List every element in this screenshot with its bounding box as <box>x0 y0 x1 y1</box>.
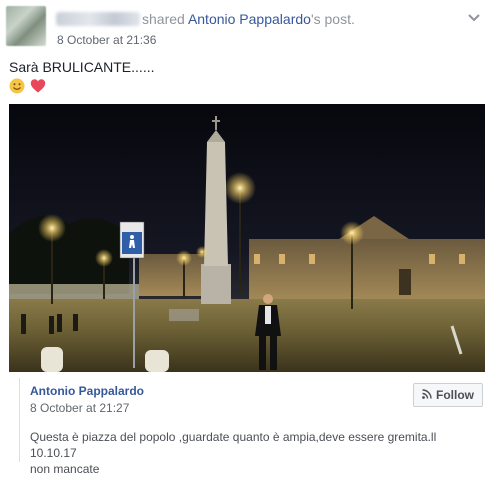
blurred-user-name <box>56 12 140 26</box>
heart-emoji-icon <box>30 78 46 99</box>
follow-label: Follow <box>436 388 474 402</box>
card-body-line-1: Questa è piazza del popolo ,guardate qua… <box>30 430 437 460</box>
post-suffix: 's post. <box>310 11 355 27</box>
piazza-night-photo <box>9 104 485 372</box>
post-header: shared Antonio Pappalardo's post. <box>142 11 355 27</box>
post-options-chevron-icon[interactable] <box>466 11 482 25</box>
post-photo[interactable] <box>9 104 485 372</box>
rss-icon <box>422 388 432 402</box>
card-left-border <box>19 378 20 462</box>
shared-post-card: Antonio Pappalardo 8 October at 21:27 Fo… <box>9 374 483 476</box>
shared-post: shared Antonio Pappalardo's post. 8 Octo… <box>0 0 492 476</box>
avatar[interactable] <box>6 6 46 46</box>
post-text: Sarà BRULICANTE...... <box>9 59 155 75</box>
card-author-link[interactable]: Antonio Pappalardo <box>30 384 144 398</box>
original-author-link[interactable]: Antonio Pappalardo <box>188 11 311 27</box>
shared-action-text: shared <box>142 11 188 27</box>
follow-button[interactable]: Follow <box>413 383 483 407</box>
post-timestamp[interactable]: 8 October at 21:36 <box>57 33 156 47</box>
card-body-text: Questa è piazza del popolo ,guardate qua… <box>30 429 485 477</box>
smile-emoji-icon <box>9 78 25 99</box>
card-body-line-2: non mancate <box>30 462 100 476</box>
card-timestamp[interactable]: 8 October at 21:27 <box>30 401 129 415</box>
emoji-row <box>9 78 46 99</box>
